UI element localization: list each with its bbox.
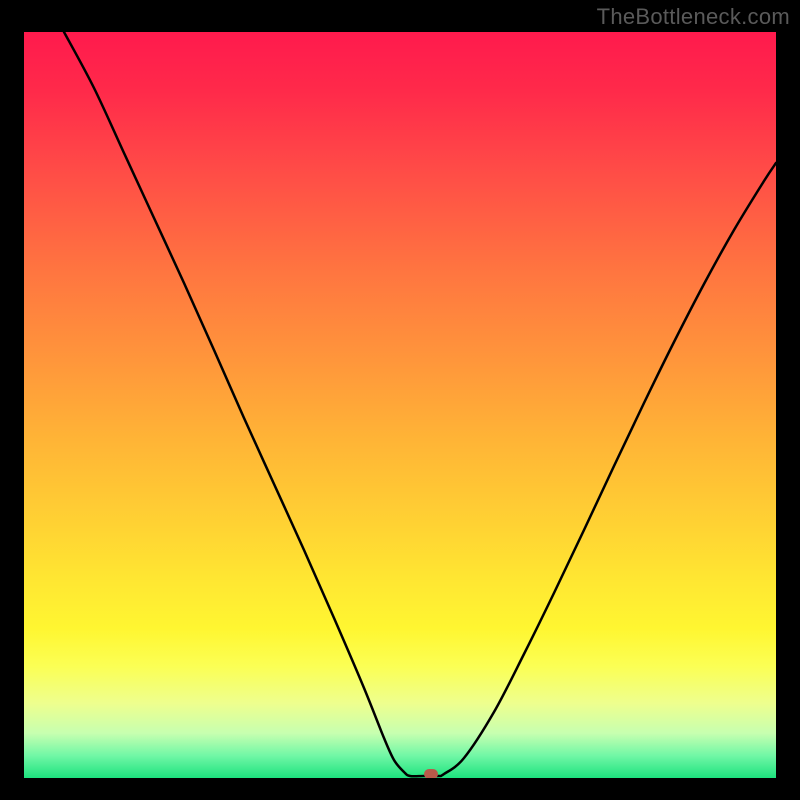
watermark-text: TheBottleneck.com bbox=[597, 4, 790, 30]
bottleneck-curve bbox=[24, 32, 776, 778]
optimal-point-marker bbox=[424, 769, 438, 778]
chart-frame: TheBottleneck.com bbox=[0, 0, 800, 800]
plot-area bbox=[24, 32, 776, 778]
